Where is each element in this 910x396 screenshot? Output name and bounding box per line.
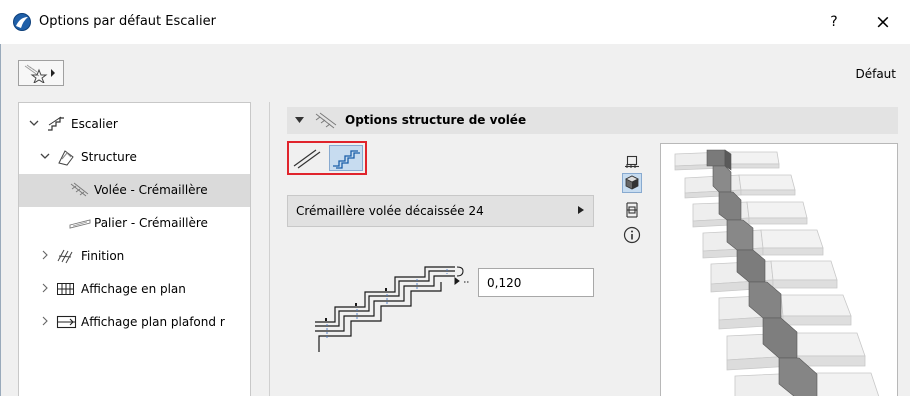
tree-item-structure[interactable]: Structure [19, 141, 250, 174]
plain-stringer-icon [291, 149, 325, 174]
plan-display-icon [56, 280, 76, 298]
tree-item-label: Escalier [71, 117, 118, 131]
chevron-right-icon[interactable] [40, 283, 50, 293]
stringer-thickness-diagram [305, 262, 480, 355]
chevron-down-icon[interactable] [40, 151, 50, 161]
finish-icon [56, 247, 76, 265]
ceiling-plan-icon [56, 313, 77, 331]
close-button[interactable]: × [868, 9, 898, 35]
window-title: Options par défaut Escalier [39, 14, 216, 29]
chevron-down-icon[interactable] [29, 118, 39, 128]
preset-label: Défaut [855, 67, 896, 81]
tree-item-label: Palier - Crémaillère [94, 216, 208, 230]
flight-structure-icon [313, 111, 337, 134]
tree-item-affichage-plan[interactable]: Affichage en plan [19, 273, 250, 306]
info-button[interactable] [622, 225, 642, 245]
3d-view-icon [623, 175, 641, 195]
flight-icon [69, 181, 89, 199]
favorites-button[interactable] [18, 60, 64, 86]
structure-type-selector [287, 141, 367, 175]
landing-icon [69, 214, 91, 232]
tree-item-label: Affichage plan plafond r [81, 315, 225, 329]
help-button[interactable]: ? [822, 11, 846, 33]
tree-item-affichage-plafond[interactable]: Affichage plan plafond r [19, 306, 250, 339]
stepped-stringer-button[interactable] [329, 145, 363, 171]
3d-preview [660, 143, 898, 396]
window-left-border [0, 44, 1, 396]
tree-item-escalier[interactable]: Escalier [19, 108, 250, 141]
section-title: Options structure de volée [345, 113, 527, 127]
settings-tree: Escalier Structure Volée - Crémaillère P… [18, 102, 251, 396]
tree-item-volee[interactable]: Volée - Crémaillère [19, 174, 250, 207]
profile-select-value: Crémaillère volée décaissée 24 [296, 204, 484, 218]
section-view-button[interactable] [622, 200, 642, 220]
profile-select[interactable]: Crémaillère volée décaissée 24 [287, 195, 594, 227]
plan-view-button[interactable] [622, 152, 642, 172]
chevron-right-icon[interactable] [40, 316, 50, 326]
tree-item-label: Structure [81, 150, 137, 164]
stepped-stringer-icon [330, 150, 362, 173]
info-icon [622, 226, 642, 248]
3d-view-button[interactable] [622, 173, 642, 193]
chevron-right-icon[interactable] [40, 250, 50, 260]
tree-item-finition[interactable]: Finition [19, 240, 250, 273]
tree-item-label: Volée - Crémaillère [94, 183, 208, 197]
tree-item-label: Affichage en plan [81, 282, 186, 296]
tree-item-palier[interactable]: Palier - Crémaillère [19, 207, 250, 240]
stair-icon [46, 115, 66, 133]
chevron-right-icon [577, 205, 585, 218]
section-view-icon [622, 202, 642, 223]
archicad-app-icon [13, 13, 31, 31]
plain-stringer-button[interactable] [291, 145, 325, 171]
section-header[interactable]: Options structure de volée [287, 107, 898, 134]
title-bar: Options par défaut Escalier ? × [0, 0, 910, 44]
tree-item-label: Finition [81, 249, 125, 263]
structure-icon [56, 148, 76, 166]
stringer-thickness-input[interactable] [478, 268, 594, 297]
collapse-triangle-icon[interactable] [295, 115, 304, 127]
